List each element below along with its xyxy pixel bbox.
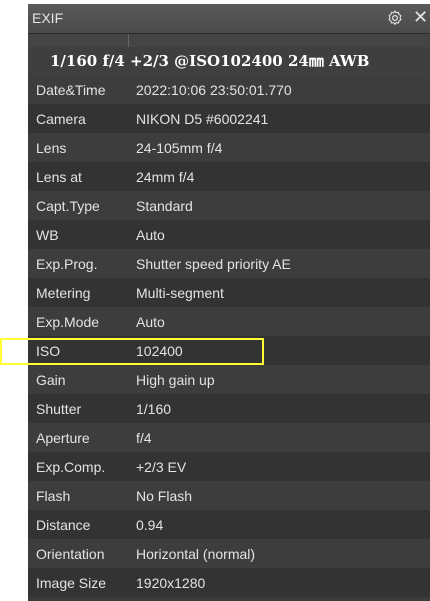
field-label: Image Size: [36, 574, 107, 591]
table-row[interactable]: WB Auto: [28, 220, 430, 249]
field-label: Lens: [36, 139, 67, 156]
field-label: ISO: [36, 342, 61, 359]
table-row[interactable]: Date&Time 2022:10:06 23:50:01.770: [28, 75, 430, 104]
field-value: +2/3 EV: [136, 458, 187, 475]
panel-titlebar: EXIF ✕: [28, 4, 430, 34]
table-row[interactable]: Metering Multi-segment: [28, 278, 430, 307]
field-label: Exp.Mode: [36, 313, 100, 330]
field-value: Horizontal (normal): [136, 545, 256, 562]
field-value: Standard: [136, 197, 193, 214]
column-header: [28, 34, 430, 48]
field-label: Exp.Prog.: [36, 255, 98, 272]
field-value: 0.94: [136, 516, 164, 533]
panel-title: EXIF: [32, 10, 64, 26]
table-row[interactable]: Lens at 24mm f/4: [28, 162, 430, 191]
table-row[interactable]: Capt.Type Standard: [28, 191, 430, 220]
field-value: 1/160: [136, 400, 172, 417]
table-row[interactable]: ISO 102400: [28, 336, 430, 365]
table-row[interactable]: Camera NIKON D5 #6002241: [28, 104, 430, 133]
field-label: Gain: [36, 371, 66, 388]
table-row[interactable]: Aperture f/4: [28, 423, 430, 452]
table-row[interactable]: Gain High gain up: [28, 365, 430, 394]
exif-table: Date&Time 2022:10:06 23:50:01.770 Camera NI…: [28, 75, 430, 597]
field-label: Distance: [36, 516, 91, 533]
field-label: Capt.Type: [36, 197, 100, 214]
field-value: High gain up: [136, 371, 215, 388]
field-label: Aperture: [36, 429, 90, 446]
field-value: f/4: [136, 429, 152, 446]
field-value: 2022:10:06 23:50:01.770: [136, 81, 292, 98]
table-row[interactable]: Exp.Comp. +2/3 EV: [28, 452, 430, 481]
field-value: Auto: [136, 313, 165, 330]
field-value: Multi-segment: [136, 284, 224, 301]
field-label: Orientation: [36, 545, 105, 562]
exposure-summary: 1/160 f/4 +2/3 @ISO102400 24㎜ AWB: [28, 47, 430, 75]
field-value: 1920x1280: [136, 574, 206, 591]
table-row[interactable]: Flash No Flash: [28, 481, 430, 510]
table-row[interactable]: Lens 24-105mm f/4: [28, 133, 430, 162]
column-divider: [128, 34, 129, 47]
field-label: Shutter: [36, 400, 82, 417]
field-label: Metering: [36, 284, 91, 301]
table-row[interactable]: Exp.Mode Auto: [28, 307, 430, 336]
field-value: 102400: [136, 342, 183, 359]
gear-icon[interactable]: [386, 9, 404, 27]
field-value: No Flash: [136, 487, 193, 504]
field-label: Flash: [36, 487, 71, 504]
exif-panel: EXIF ✕ 1/160 f/4 +2/3 @ISO102400 24㎜ AWB…: [28, 4, 430, 601]
table-row[interactable]: Image Size 1920x1280: [28, 568, 430, 597]
table-row[interactable]: Distance 0.94: [28, 510, 430, 539]
field-value: 24mm f/4: [136, 168, 195, 185]
field-value: Auto: [136, 226, 165, 243]
table-row[interactable]: Exp.Prog. Shutter speed priority AE: [28, 249, 430, 278]
table-row[interactable]: Orientation Horizontal (normal): [28, 539, 430, 568]
field-label: WB: [36, 226, 59, 243]
field-label: Lens at: [36, 168, 82, 185]
field-value: Shutter speed priority AE: [136, 255, 291, 272]
close-icon[interactable]: ✕: [413, 7, 428, 27]
field-label: Date&Time: [36, 81, 106, 98]
field-label: Camera: [36, 110, 86, 127]
table-row[interactable]: Shutter 1/160: [28, 394, 430, 423]
field-value: 24-105mm f/4: [136, 139, 223, 156]
field-label: Exp.Comp.: [36, 458, 106, 475]
field-value: NIKON D5 #6002241: [136, 110, 269, 127]
